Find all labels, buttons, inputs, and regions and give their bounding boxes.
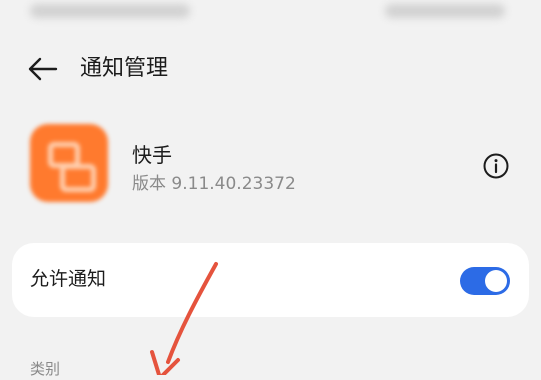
- status-bar-right-blurred: [385, 4, 505, 18]
- status-bar: [0, 0, 541, 28]
- info-icon: [483, 153, 509, 179]
- toggle-knob: [485, 270, 507, 292]
- category-section-label: 类别: [30, 360, 61, 378]
- allow-notifications-toggle[interactable]: [460, 267, 510, 295]
- status-bar-left-blurred: [30, 4, 190, 18]
- back-button[interactable]: [26, 55, 60, 83]
- back-arrow-icon: [28, 57, 58, 81]
- app-icon: [30, 124, 108, 202]
- app-info-button[interactable]: [482, 152, 510, 180]
- allow-notifications-label: 允许通知: [30, 268, 107, 290]
- page-title: 通知管理: [80, 56, 169, 81]
- app-name: 快手: [132, 143, 172, 167]
- allow-notifications-card: 允许通知: [12, 243, 529, 317]
- app-version: 版本 9.11.40.23372: [132, 174, 296, 194]
- app-icon-glyph-bottom: [60, 164, 96, 192]
